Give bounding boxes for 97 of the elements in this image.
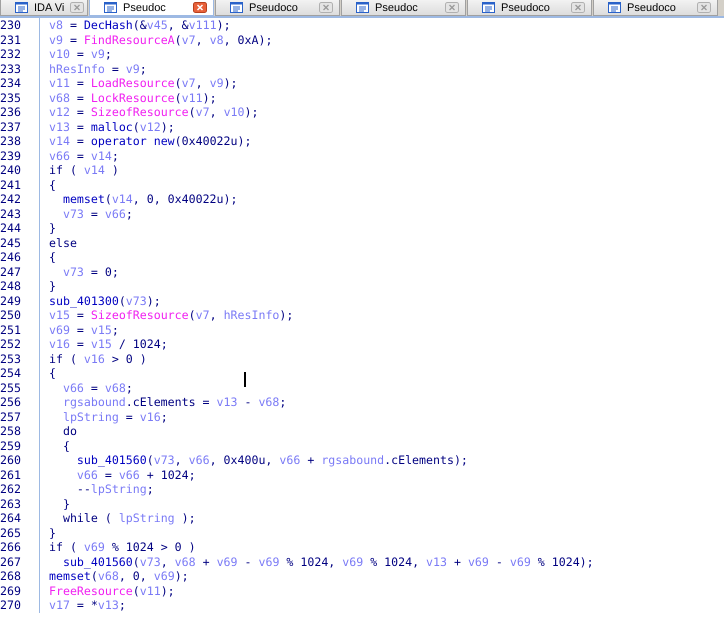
code-line: v66 = v66 + 1024; [76, 468, 196, 482]
document-window-icon [104, 2, 117, 13]
line-number: 230 [0, 18, 40, 32]
code-line: { [48, 178, 56, 192]
line-number: 239 [0, 148, 40, 163]
line-number: 247 [0, 264, 40, 279]
code-line: v66 = v68; [62, 380, 133, 395]
code-line: memset(v14, 0, 0x40022u); [62, 192, 238, 206]
line-number: 258 [0, 424, 40, 438]
line-number: 249 [0, 294, 40, 308]
line-number: 235 [0, 90, 40, 105]
line-number: 243 [0, 206, 40, 221]
line-number: 251 [0, 322, 40, 337]
code-line: while ( lpString ); [62, 511, 196, 526]
code-line: v66 = v14; [48, 148, 119, 163]
line-number: 253 [0, 352, 40, 366]
code-line: v17 = *v13; [48, 598, 126, 612]
line-number: 270 [0, 598, 40, 612]
code-line: v73 = 0; [62, 264, 119, 279]
text-cursor [244, 372, 246, 387]
code-line: } [48, 279, 56, 294]
code-line: memset(v68, 0, v69); [48, 569, 189, 584]
code-line: else [48, 236, 77, 250]
code-line: v73 = v66; [62, 206, 133, 221]
line-number: 257 [0, 410, 40, 424]
code-line: sub_401560(v73, v66, 0x400u, v66 + rgsabound.cElements); [76, 453, 468, 468]
editor-tab[interactable]: Pseudoc [89, 0, 214, 16]
document-window-icon [482, 2, 495, 13]
code-line: do [62, 424, 77, 438]
editor-tab[interactable]: Pseudoco [215, 0, 340, 16]
line-number: 268 [0, 569, 40, 584]
code-line: v10 = v9; [48, 47, 112, 62]
line-number: 255 [0, 380, 40, 395]
line-number: 242 [0, 192, 40, 206]
code-line: { [62, 438, 70, 453]
code-line: v12 = SizeofResource(v7, v10); [48, 105, 258, 120]
line-number: 234 [0, 76, 40, 90]
code-line: v11 = LoadResource(v7, v9); [48, 76, 238, 90]
code-line: { [48, 250, 56, 264]
line-number: 236 [0, 105, 40, 120]
code-line: if ( v16 > 0 ) [48, 352, 147, 366]
close-icon[interactable] [193, 2, 207, 13]
line-number: 262 [0, 482, 40, 496]
line-number: 250 [0, 308, 40, 322]
code-line: } [48, 221, 56, 236]
line-number: 267 [0, 554, 40, 569]
editor-tab[interactable]: IDA Vi [0, 0, 88, 16]
line-number: 256 [0, 395, 40, 410]
code-line: lpString = v16; [62, 410, 168, 424]
editor-tab[interactable]: Pseudoc [341, 0, 466, 16]
code-line: } [48, 526, 56, 540]
code-line: if ( v14 ) [48, 163, 119, 178]
line-number: 261 [0, 468, 40, 482]
line-number: 266 [0, 540, 40, 554]
editor-tab[interactable]: Pseudoco [467, 0, 592, 16]
code-line: --lpString; [76, 482, 154, 496]
code-line: sub_401560(v73, v68 + v69 - v69 % 1024, v69 % 1024, v13 + v69 - v69 % 1024); [62, 554, 594, 569]
code-line: FreeResource(v11); [48, 584, 175, 598]
document-window-icon [608, 2, 621, 13]
line-number: 232 [0, 47, 40, 62]
document-window-icon [15, 2, 28, 13]
code-line: v14 = operator new(0x40022u); [48, 134, 252, 148]
line-number: 269 [0, 584, 40, 598]
line-number: 245 [0, 236, 40, 250]
code-line: v13 = malloc(v12); [48, 120, 175, 134]
code-line: rgsabound.cElements = v13 - v68; [62, 395, 286, 410]
line-number: 248 [0, 279, 40, 294]
code-line: if ( v69 % 1024 > 0 ) [48, 540, 196, 554]
code-line: { [48, 366, 56, 380]
line-number: 237 [0, 120, 40, 134]
document-window-icon [356, 2, 369, 13]
code-line: v9 = FindResourceA(v7, v8, 0xA); [48, 32, 272, 47]
line-number: 259 [0, 438, 40, 453]
line-number: 233 [0, 62, 40, 76]
code-line: sub_401300(v73); [48, 294, 161, 308]
document-window-icon [230, 2, 243, 13]
code-line: } [62, 496, 70, 511]
line-number: 260 [0, 453, 40, 468]
line-number: 238 [0, 134, 40, 148]
code-line: hResInfo = v9; [48, 62, 147, 76]
line-number: 263 [0, 496, 40, 511]
close-icon[interactable] [70, 2, 84, 13]
line-number: 264 [0, 511, 40, 526]
line-number: 244 [0, 221, 40, 236]
line-number: 240 [0, 163, 40, 178]
line-number: 252 [0, 337, 40, 352]
line-number: 246 [0, 250, 40, 264]
line-number: 241 [0, 178, 40, 192]
editor-tab[interactable]: Pseudoco [593, 0, 718, 16]
code-line: v69 = v15; [48, 322, 119, 337]
code-line: v16 = v15 / 1024; [48, 337, 168, 352]
code-line: v8 = DecHash(&v45, &v111); [48, 18, 231, 32]
code-line: v15 = SizeofResource(v7, hResInfo); [48, 308, 294, 322]
line-number: 254 [0, 366, 40, 380]
line-number: 265 [0, 526, 40, 540]
line-number: 231 [0, 32, 40, 47]
code-line: v68 = LockResource(v11); [48, 90, 217, 105]
